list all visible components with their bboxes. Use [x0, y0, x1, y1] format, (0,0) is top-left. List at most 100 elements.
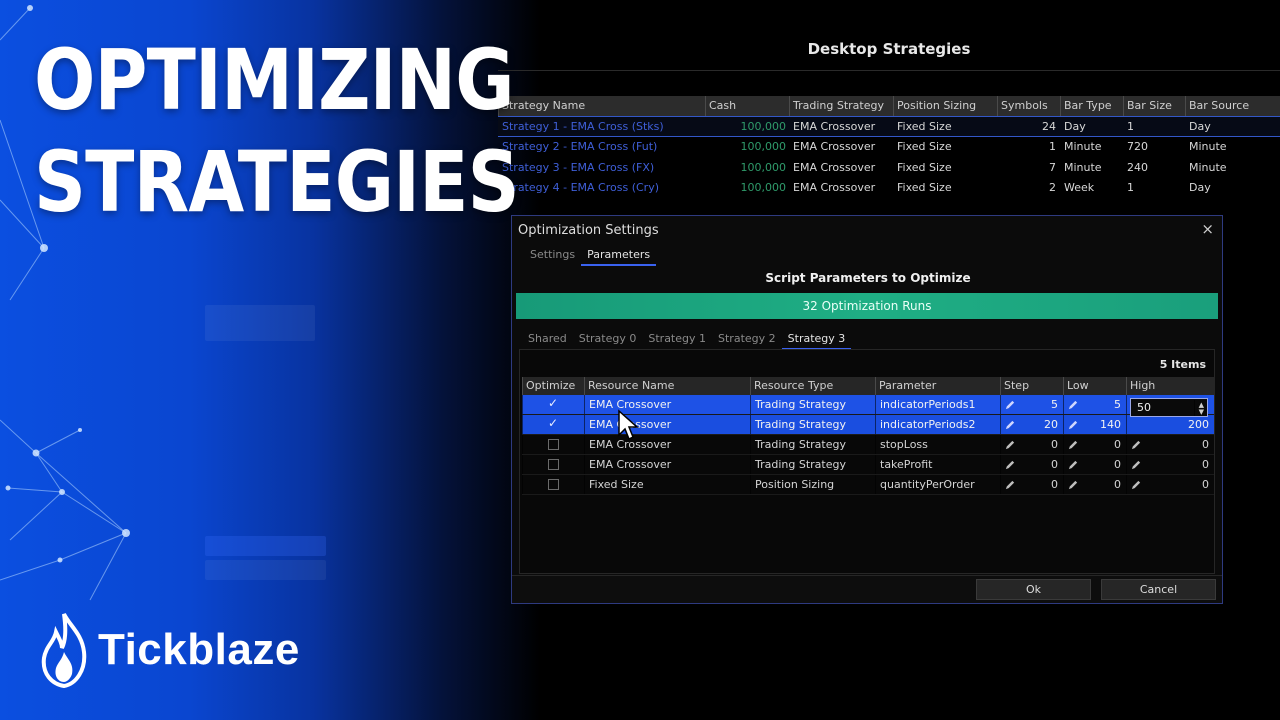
table-row[interactable]: EMA Crossover Trading Strategy takeProfi…: [522, 455, 1214, 475]
pencil-icon[interactable]: [1005, 479, 1016, 490]
tab-strategy-2[interactable]: Strategy 2: [712, 332, 782, 350]
trading-strategy: EMA Crossover: [793, 160, 876, 174]
trading-strategy: EMA Crossover: [793, 119, 876, 133]
table-header: Strategy Name Cash Trading Strategy Posi…: [498, 96, 1280, 116]
column-header[interactable]: Trading Strategy: [789, 96, 893, 116]
step-cell[interactable]: 5: [1000, 395, 1063, 414]
ghost-panel: [205, 560, 326, 580]
bar-size: 720: [1127, 140, 1148, 154]
resource-name: EMA Crossover: [584, 415, 750, 434]
bar-source: Minute: [1189, 160, 1227, 174]
column-header[interactable]: High: [1126, 377, 1214, 395]
low-cell[interactable]: 140: [1063, 415, 1126, 434]
brand-name: Tickblaze: [98, 625, 300, 674]
column-header[interactable]: Step: [1000, 377, 1063, 395]
checkbox-icon[interactable]: [548, 479, 559, 490]
pencil-icon[interactable]: [1005, 459, 1016, 470]
table-header: Optimize Resource Name Resource Type Par…: [522, 377, 1214, 395]
cash-value: 100,000: [740, 119, 787, 133]
pencil-icon[interactable]: [1005, 439, 1016, 450]
step-cell[interactable]: 20: [1000, 415, 1063, 434]
tab-parameters[interactable]: Parameters: [581, 248, 657, 266]
symbols-count: 2: [1049, 181, 1056, 195]
table-row[interactable]: Strategy 3 - EMA Cross (FX) 100,000 EMA …: [498, 157, 1280, 178]
tab-strategy-3[interactable]: Strategy 3: [781, 332, 852, 350]
low-cell[interactable]: 5: [1063, 395, 1126, 414]
column-header[interactable]: Parameter: [875, 377, 1000, 395]
position-sizing: Fixed Size: [897, 140, 952, 154]
low-cell[interactable]: 0: [1063, 455, 1126, 474]
spinner-arrows-icon[interactable]: ▲ ▼: [1193, 400, 1204, 416]
high-value: 0: [1202, 438, 1209, 451]
trading-strategy: EMA Crossover: [793, 181, 876, 195]
resource-type: Position Sizing: [750, 475, 875, 494]
dialog-footer: Ok Cancel: [512, 575, 1222, 603]
pencil-icon[interactable]: [1068, 459, 1079, 470]
table-row[interactable]: Strategy 4 - EMA Cross (Cry) 100,000 EMA…: [498, 178, 1280, 199]
high-value-input[interactable]: 50 ▲ ▼: [1130, 398, 1208, 417]
optimize-checkbox[interactable]: [522, 475, 584, 494]
column-header[interactable]: Symbols: [997, 96, 1060, 116]
tab-settings[interactable]: Settings: [524, 248, 581, 266]
optimize-checkbox[interactable]: [522, 415, 584, 434]
table-row[interactable]: Fixed Size Position Sizing quantityPerOr…: [522, 475, 1214, 495]
high-cell[interactable]: 0: [1126, 435, 1214, 454]
step-value: 0: [1051, 478, 1058, 491]
step-cell[interactable]: 0: [1000, 455, 1063, 474]
checkbox-icon[interactable]: [548, 439, 559, 450]
low-cell[interactable]: 0: [1063, 475, 1126, 494]
bar-type: Minute: [1064, 160, 1102, 174]
column-header[interactable]: Bar Source: [1185, 96, 1280, 116]
low-value: 0: [1114, 458, 1121, 471]
table-row[interactable]: Strategy 2 - EMA Cross (Fut) 100,000 EMA…: [498, 137, 1280, 158]
cash-value: 100,000: [740, 181, 787, 195]
low-cell[interactable]: 0: [1063, 435, 1126, 454]
cancel-button[interactable]: Cancel: [1101, 579, 1216, 600]
ok-button[interactable]: Ok: [976, 579, 1091, 600]
column-header[interactable]: Low: [1063, 377, 1126, 395]
high-cell[interactable]: 200: [1126, 415, 1214, 434]
step-value: 5: [1051, 398, 1058, 411]
column-header[interactable]: Resource Name: [584, 377, 750, 395]
section-heading: Script Parameters to Optimize: [765, 271, 971, 285]
optimize-checkbox[interactable]: [522, 435, 584, 454]
pencil-icon[interactable]: [1131, 459, 1142, 470]
tab-strategy-1[interactable]: Strategy 1: [642, 332, 712, 350]
pencil-icon[interactable]: [1131, 479, 1142, 490]
step-value: 0: [1051, 458, 1058, 471]
checkbox-icon[interactable]: [548, 396, 559, 410]
column-header[interactable]: Position Sizing: [893, 96, 997, 116]
strategy-name: Strategy 1 - EMA Cross (Stks): [502, 119, 664, 133]
column-header[interactable]: Bar Type: [1060, 96, 1123, 116]
symbols-count: 1: [1049, 140, 1056, 154]
pencil-icon[interactable]: [1068, 439, 1079, 450]
step-cell[interactable]: 0: [1000, 435, 1063, 454]
column-header[interactable]: Optimize: [522, 377, 584, 395]
optimize-checkbox[interactable]: [522, 455, 584, 474]
column-header[interactable]: Resource Type: [750, 377, 875, 395]
pencil-icon[interactable]: [1068, 479, 1079, 490]
pencil-icon[interactable]: [1068, 399, 1079, 410]
column-header[interactable]: Bar Size: [1123, 96, 1185, 116]
pencil-icon[interactable]: [1068, 419, 1079, 430]
low-value: 5: [1114, 398, 1121, 411]
high-cell[interactable]: 0: [1126, 455, 1214, 474]
tab-strategy-0[interactable]: Strategy 0: [573, 332, 643, 350]
pencil-icon[interactable]: [1131, 439, 1142, 450]
optimize-checkbox[interactable]: [522, 395, 584, 414]
table-row[interactable]: Strategy 1 - EMA Cross (Stks) 100,000 EM…: [498, 116, 1280, 137]
high-cell[interactable]: 0: [1126, 475, 1214, 494]
mouse-cursor-icon: [618, 409, 639, 441]
tab-shared[interactable]: Shared: [522, 332, 573, 350]
close-icon[interactable]: ×: [1201, 220, 1214, 238]
strategy-name: Strategy 3 - EMA Cross (FX): [502, 160, 655, 174]
checkbox-icon[interactable]: [548, 459, 559, 470]
column-header[interactable]: Cash: [705, 96, 789, 116]
step-cell[interactable]: 0: [1000, 475, 1063, 494]
high-value: 0: [1202, 458, 1209, 471]
column-header[interactable]: Strategy Name: [498, 96, 705, 116]
checkbox-icon[interactable]: [548, 416, 559, 430]
bar-size: 1: [1127, 119, 1134, 133]
pencil-icon[interactable]: [1005, 399, 1016, 410]
pencil-icon[interactable]: [1005, 419, 1016, 430]
